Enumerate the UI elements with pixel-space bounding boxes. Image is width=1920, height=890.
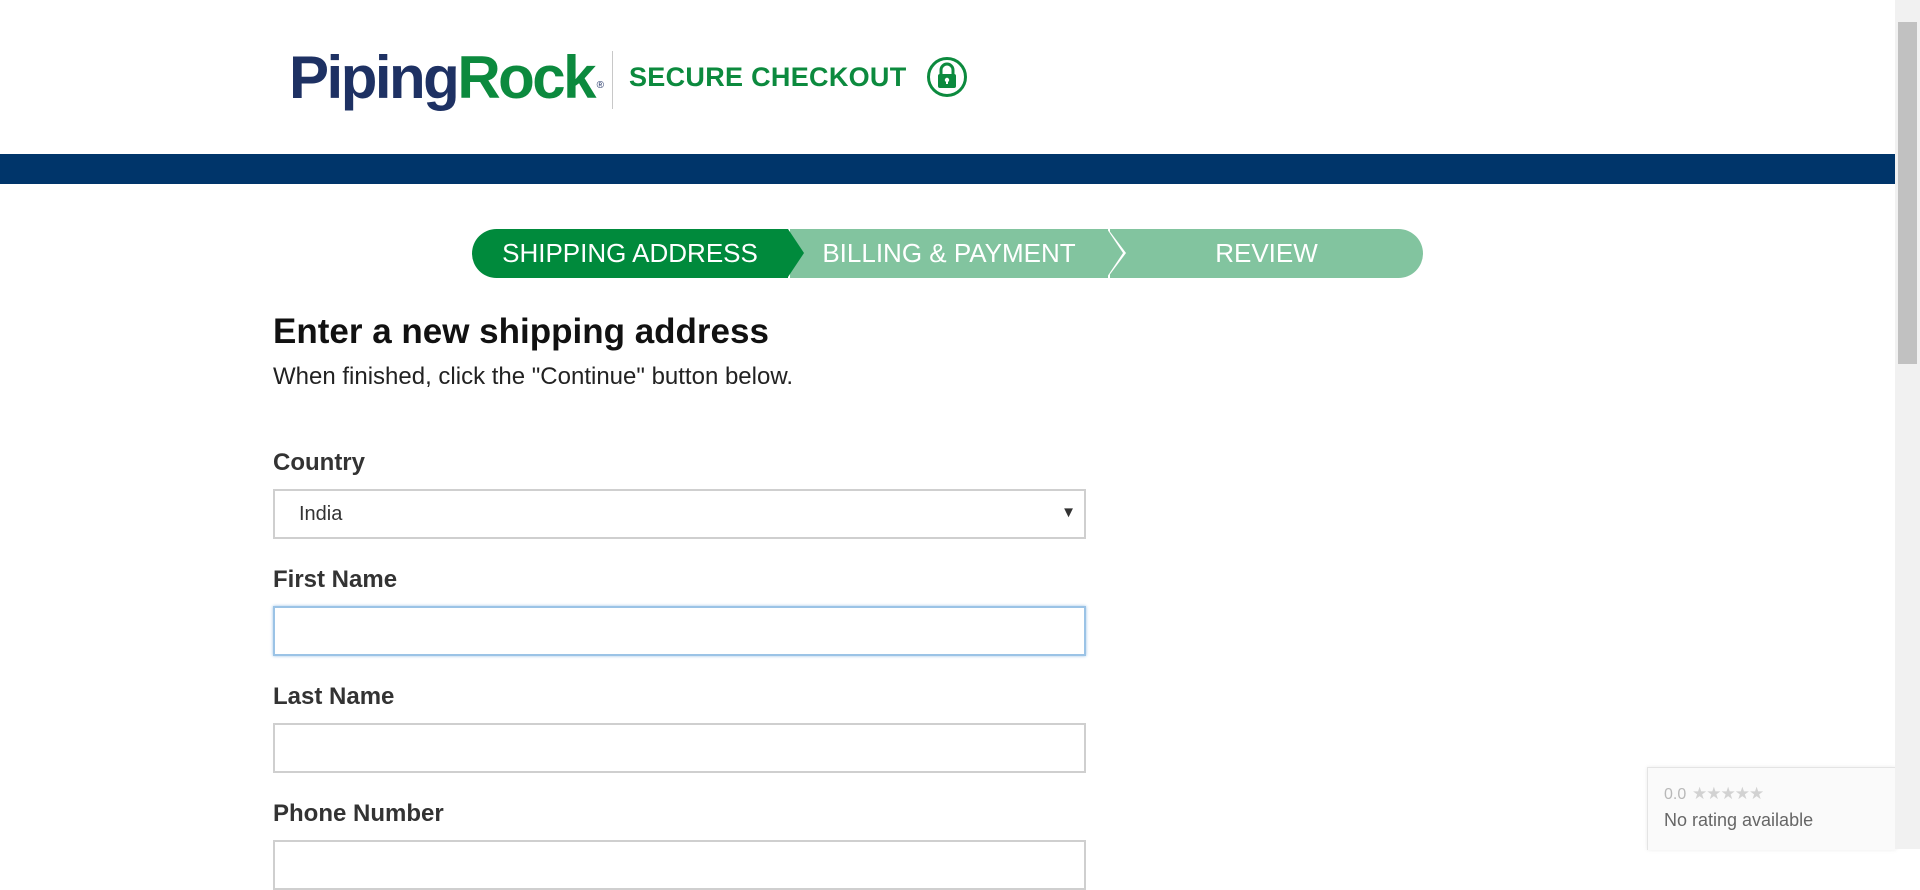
page-subtitle: When finished, click the "Continue" butt…	[273, 363, 794, 390]
step-review[interactable]: REVIEW	[1110, 229, 1423, 278]
first-name-input[interactable]	[273, 606, 1086, 656]
logo-piping: Piping	[289, 44, 460, 111]
scrollbar-thumb[interactable]	[1898, 22, 1917, 364]
step-shipping-address[interactable]: SHIPPING ADDRESS	[472, 229, 788, 278]
first-name-label: First Name	[273, 566, 398, 593]
step-label: REVIEW	[1215, 238, 1318, 268]
step-billing-payment[interactable]: BILLING & PAYMENT	[790, 229, 1108, 278]
rating-text: No rating available	[1664, 810, 1814, 830]
step-label: SHIPPING ADDRESS	[502, 238, 758, 268]
step-arrow	[1107, 229, 1123, 277]
last-name-input[interactable]	[273, 723, 1086, 773]
step-arrow	[788, 229, 804, 277]
header-divider	[612, 51, 613, 109]
phone-number-input[interactable]	[273, 840, 1086, 890]
rating-score: 0.0	[1664, 786, 1687, 803]
phone-number-label: Phone Number	[273, 800, 444, 827]
last-name-label: Last Name	[273, 683, 395, 710]
piping-rock-logo[interactable]: PipingRock ®	[289, 43, 604, 113]
site-header: PipingRock ® SECURE CHECKOUT	[0, 0, 1895, 154]
lock-icon	[927, 57, 967, 97]
page-title: Enter a new shipping address	[273, 312, 769, 351]
country-select[interactable]: India ▼	[273, 489, 1086, 539]
country-label: Country	[273, 449, 365, 476]
logo-rock: Rock	[457, 44, 596, 111]
registered-mark: ®	[596, 80, 605, 91]
secure-checkout-label: SECURE CHECKOUT	[629, 62, 907, 92]
country-selected-value: India	[299, 503, 343, 525]
step-label: BILLING & PAYMENT	[822, 238, 1076, 268]
header-band	[0, 154, 1895, 184]
checkout-stepper: SHIPPING ADDRESS BILLING & PAYMENT REVIE…	[472, 229, 1423, 278]
rating-widget[interactable]: 0.0 ★★★★★ No rating available	[1647, 767, 1896, 850]
caret-down-icon: ▼	[1061, 504, 1076, 521]
rating-stars-icon: ★★★★★	[1692, 784, 1764, 803]
